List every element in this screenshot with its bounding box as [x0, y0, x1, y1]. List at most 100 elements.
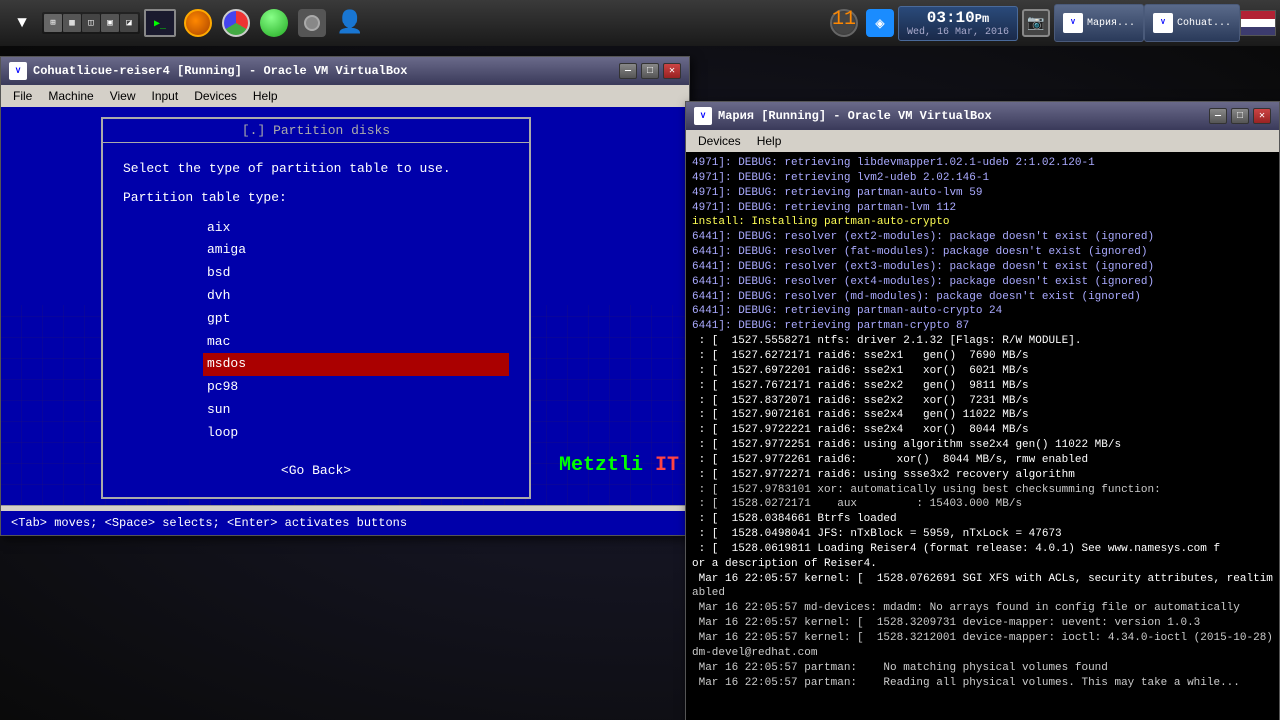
- person-icon[interactable]: 👤: [332, 5, 368, 41]
- terminal-line: 4971]: DEBUG: retrieving lvm2-udeb 2.02.…: [692, 171, 1273, 186]
- terminal-line: : [ 1528.0619811 Loading Reiser4 (format…: [692, 542, 1273, 557]
- ql-icon-5[interactable]: ◪: [120, 14, 138, 32]
- cohuat-btn-label: Cohuat...: [1177, 18, 1231, 29]
- ql-icon-3[interactable]: ◫: [82, 14, 100, 32]
- terminal-icon[interactable]: ▶_: [142, 5, 178, 41]
- ql-icon-2[interactable]: ▦: [63, 14, 81, 32]
- terminal-line: : [ 1527.9783101 xor: automatically usin…: [692, 483, 1273, 498]
- terminal-line: : [ 1527.8372071 raid6: sse2x2 xor() 723…: [692, 394, 1273, 409]
- terminal-line: or a description of Reiser4.: [692, 557, 1273, 572]
- menu-machine[interactable]: Machine: [40, 87, 101, 105]
- window1-close-btn[interactable]: ✕: [663, 63, 681, 79]
- menu-file[interactable]: File: [5, 87, 40, 105]
- option-msdos[interactable]: msdos: [203, 353, 509, 376]
- window2-maximize-btn[interactable]: □: [1231, 108, 1249, 124]
- hint-text: <Tab> moves; <Space> selects; <Enter> ac…: [11, 516, 407, 530]
- partition-table-label: Partition table type:: [123, 188, 509, 209]
- firefox-icon[interactable]: [180, 5, 216, 41]
- terminal-line: 6441]: DEBUG: resolver (ext2-modules): p…: [692, 230, 1273, 245]
- terminal-line: : [ 1528.0498041 JFS: nTxBlock = 5959, n…: [692, 527, 1273, 542]
- terminal-line: Mar 16 22:05:57 kernel: [ 1528.3212001 d…: [692, 631, 1273, 646]
- window1-minimize-btn[interactable]: —: [619, 63, 637, 79]
- chromium-icon[interactable]: [218, 5, 254, 41]
- terminal-line: Mar 16 22:05:57 kernel: [ 1528.0762691 S…: [692, 572, 1273, 587]
- terminal-line: 6441]: DEBUG: resolver (fat-modules): pa…: [692, 245, 1273, 260]
- window2-title: Мария [Running] - Oracle VM VirtualBox: [718, 109, 1203, 123]
- dialog-title: [.] Partition disks: [242, 123, 390, 138]
- window1-titlebar: V Cohuatlicue-reiser4 [Running] - Oracle…: [1, 57, 689, 85]
- terminal-line: 6441]: DEBUG: retrieving partman-crypto …: [692, 319, 1273, 334]
- menu2-devices[interactable]: Devices: [690, 132, 749, 150]
- terminal-line: : [ 1527.5558271 ntfs: driver 2.1.32 [Fl…: [692, 334, 1273, 349]
- screenshot-icon[interactable]: 📷: [1018, 5, 1054, 41]
- option-dvh[interactable]: dvh: [203, 285, 509, 308]
- option-pc98[interactable]: pc98: [203, 376, 509, 399]
- speedometer-icon[interactable]: 11: [826, 5, 862, 41]
- option-sun[interactable]: sun: [203, 399, 509, 422]
- cohuat-taskbar-button[interactable]: V Cohuat...: [1144, 4, 1240, 42]
- terminal-line: : [ 1528.0272171 aux : 15403.000 MB/s: [692, 497, 1273, 512]
- window2-close-btn[interactable]: ✕: [1253, 108, 1271, 124]
- window2-menubar: Devices Help: [686, 130, 1279, 152]
- menu-view[interactable]: View: [102, 87, 144, 105]
- terminal-line: : [ 1527.6972201 raid6: sse2x1 xor() 602…: [692, 364, 1273, 379]
- taskbar-left: ▼ ⊞ ▦ ◫ ▣ ◪ ▶_: [4, 5, 368, 41]
- maria-btn-label: Мария...: [1087, 18, 1135, 29]
- partition-dialog: [.] Partition disks Select the type of p…: [101, 117, 531, 499]
- terminal-line: 4971]: DEBUG: retrieving partman-lvm 112: [692, 201, 1273, 216]
- vbox-logo-maria: V: [1063, 13, 1083, 33]
- terminal-screen-maria[interactable]: 4971]: DEBUG: retrieving libdevmapper1.0…: [686, 152, 1279, 720]
- option-gpt[interactable]: gpt: [203, 308, 509, 331]
- terminal-line: dm-devel@redhat.com: [692, 646, 1273, 661]
- window2-controls: — □ ✕: [1209, 108, 1271, 124]
- menu-devices[interactable]: Devices: [186, 87, 245, 105]
- terminal-line: : [ 1527.9772261 raid6: xor() 8044 MB/s,…: [692, 453, 1273, 468]
- hint-bar: <Tab> moves; <Space> selects; <Enter> ac…: [1, 511, 691, 535]
- option-aix[interactable]: aix: [203, 217, 509, 240]
- menu2-help[interactable]: Help: [749, 132, 790, 150]
- window1-maximize-btn[interactable]: □: [641, 63, 659, 79]
- ql-icon-4[interactable]: ▣: [101, 14, 119, 32]
- finder-icon[interactable]: [256, 5, 292, 41]
- quick-launch-group: ⊞ ▦ ◫ ▣ ◪: [42, 12, 140, 34]
- option-amiga[interactable]: amiga: [203, 239, 509, 262]
- vbox-window-maria: V Мария [Running] - Oracle VM VirtualBox…: [685, 101, 1280, 720]
- terminal-line: 6441]: DEBUG: resolver (ext3-modules): p…: [692, 260, 1273, 275]
- clock-widget: 03:10Pm Wed, 16 Mar, 2016: [898, 6, 1018, 41]
- vbox-logo-cohuat: V: [1153, 13, 1173, 33]
- terminal-line: Mar 16 22:05:57 md-devices: mdadm: No ar…: [692, 601, 1273, 616]
- window2-minimize-btn[interactable]: —: [1209, 108, 1227, 124]
- go-back-button[interactable]: <Go Back>: [123, 461, 509, 482]
- clock-time: 03:10Pm: [907, 9, 1009, 27]
- app-launcher-icon[interactable]: ▼: [4, 5, 40, 41]
- terminal-line: : [ 1528.0384661 Btrfs loaded: [692, 512, 1273, 527]
- menu-help[interactable]: Help: [245, 87, 286, 105]
- window2-titlebar: V Мария [Running] - Oracle VM VirtualBox…: [686, 102, 1279, 130]
- window1-controls: — □ ✕: [619, 63, 681, 79]
- terminal-line: : [ 1527.9772271 raid6: using ssse3x2 re…: [692, 468, 1273, 483]
- menu-input[interactable]: Input: [144, 87, 187, 105]
- clock-hours: 03:10: [927, 9, 975, 27]
- camera-icon[interactable]: [294, 5, 330, 41]
- ql-icon-1[interactable]: ⊞: [44, 14, 62, 32]
- dialog-prompt: Select the type of partition table to us…: [123, 159, 509, 180]
- partition-list: aix amiga bsd dvh gpt mac msdos pc98 sun…: [203, 217, 509, 445]
- maria-taskbar-button[interactable]: V Мария...: [1054, 4, 1144, 42]
- dropbox-icon[interactable]: ◈: [862, 5, 898, 41]
- vm-screen-cohuatlicue[interactable]: [.] Partition disks Select the type of p…: [1, 107, 689, 505]
- terminal-line: 6441]: DEBUG: resolver (ext4-modules): p…: [692, 275, 1273, 290]
- vbox-logo-icon-2: V: [694, 107, 712, 125]
- option-loop[interactable]: loop: [203, 422, 509, 445]
- terminal-line: install: Installing partman-auto-crypto: [692, 215, 1273, 230]
- terminal-line: : [ 1527.6272171 raid6: sse2x1 gen() 769…: [692, 349, 1273, 364]
- clock-ampm: Pm: [975, 12, 989, 26]
- dialog-titlebar: [.] Partition disks: [103, 119, 529, 143]
- option-bsd[interactable]: bsd: [203, 262, 509, 285]
- vbox-window-cohuatlicue: V Cohuatlicue-reiser4 [Running] - Oracle…: [0, 56, 690, 536]
- window1-title: Cohuatlicue-reiser4 [Running] - Oracle V…: [33, 64, 613, 78]
- language-flag[interactable]: [1240, 5, 1276, 41]
- option-mac[interactable]: mac: [203, 331, 509, 354]
- terminal-line: : [ 1527.9072161 raid6: sse2x4 gen() 110…: [692, 408, 1273, 423]
- vbox-logo-icon: V: [9, 62, 27, 80]
- window1-menubar: File Machine View Input Devices Help: [1, 85, 689, 107]
